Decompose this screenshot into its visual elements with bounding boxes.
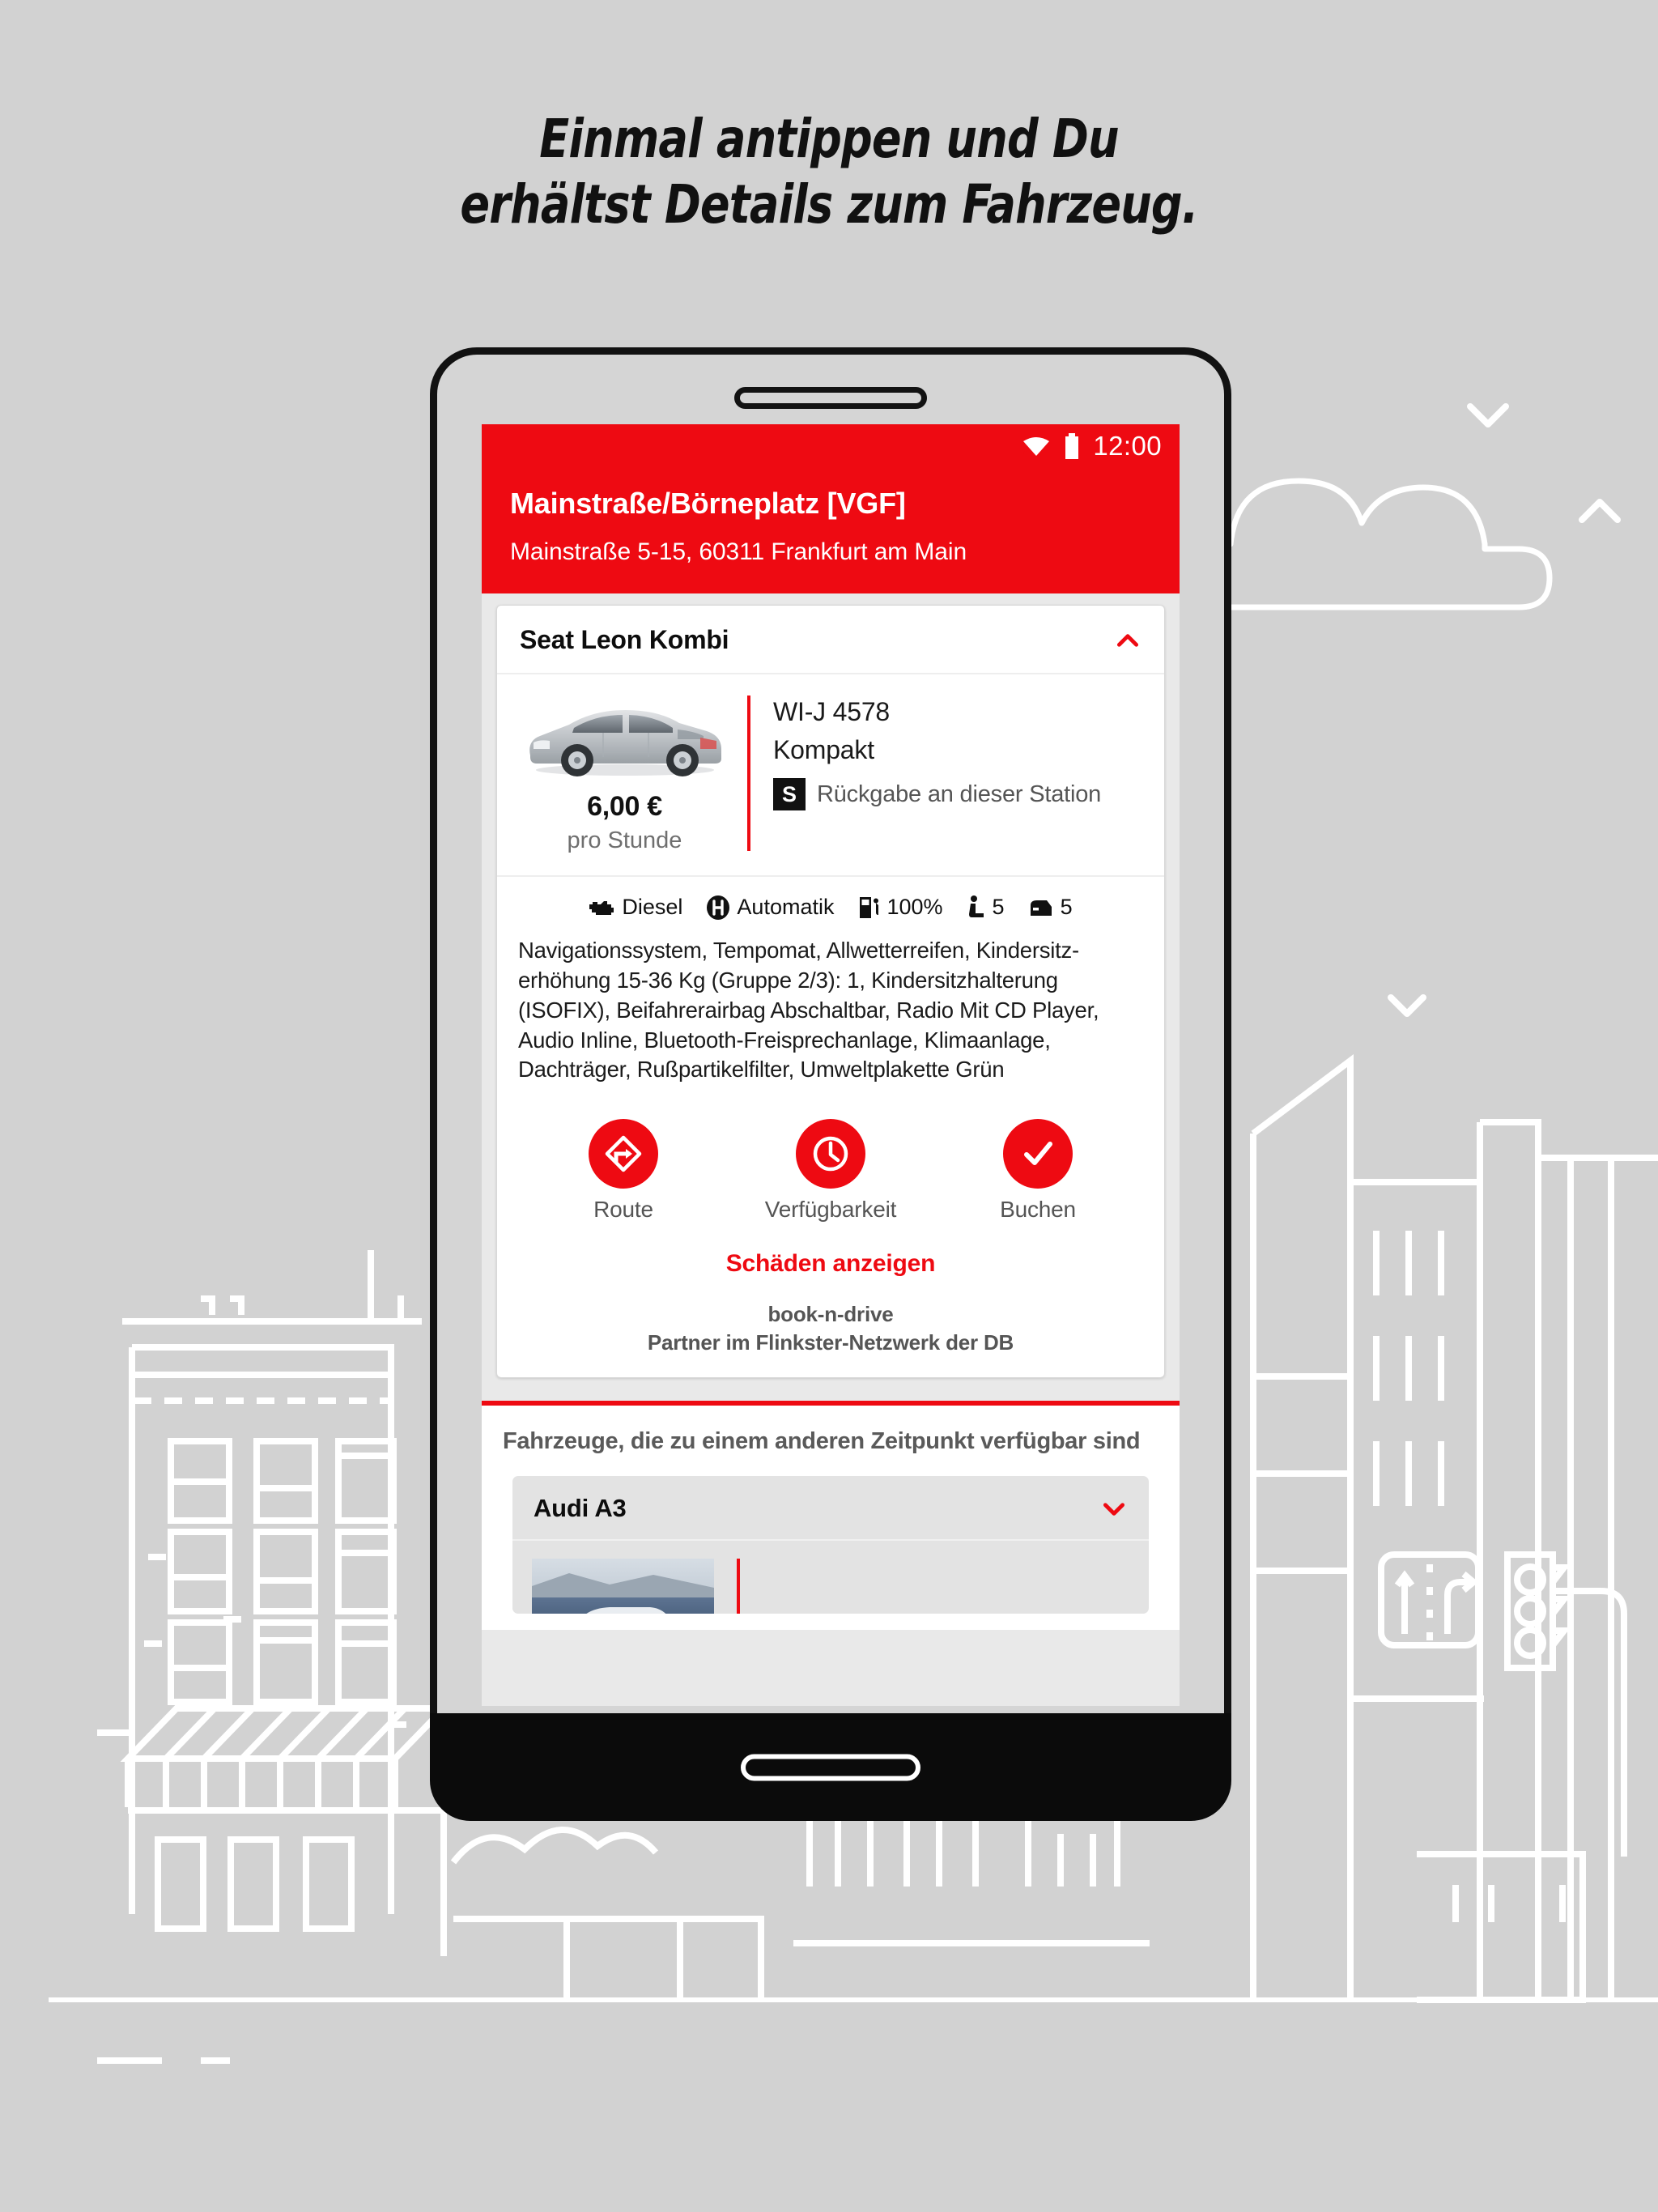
collapsed-vehicle-title: Audi A3 <box>534 1493 627 1522</box>
station-header: Mainstraße/Börneplatz [VGF] Mainstraße 5… <box>482 467 1180 593</box>
cloud-line-icon <box>1227 478 1553 610</box>
spec-fuel-type-label: Diesel <box>622 895 683 919</box>
vehicle-price-block: 6,00 € pro Stunde <box>517 692 747 854</box>
city-buildings-line-art <box>1250 1054 1658 2003</box>
route-action-label: Route <box>593 1197 653 1223</box>
fuel-pump-icon <box>860 896 879 918</box>
provider-info: book-n-drive Partner im Flinkster-Netzwe… <box>497 1284 1164 1377</box>
spec-transmission: Automatik <box>707 895 834 920</box>
chevron-down-icon[interactable] <box>1100 1495 1128 1522</box>
station-address: Mainstraße 5-15, 60311 Frankfurt am Main <box>510 538 967 565</box>
engine-icon <box>589 900 614 915</box>
spec-fuel-level-label: 100% <box>886 895 943 919</box>
book-action-circle[interactable] <box>1003 1119 1073 1189</box>
station-name: Mainstraße/Börneplatz [VGF] <box>510 487 906 520</box>
route-action[interactable]: Route <box>542 1119 704 1223</box>
vehicle-features-text: Navigationssystem, Tempomat, Allwetterre… <box>518 938 1099 1083</box>
other-vehicles-title: Fahrzeuge, die zu einem anderen Zeitpunk… <box>503 1427 1141 1454</box>
spec-doors-label: 5 <box>1060 895 1073 919</box>
book-action-label: Buchen <box>1000 1197 1076 1223</box>
vehicle-card-wrapper: Seat Leon Kombi 6,00 € pro Stunde WI-J 4… <box>482 593 1180 1378</box>
wifi-icon <box>1023 436 1050 456</box>
show-damages-link[interactable]: Schäden anzeigen <box>497 1231 1164 1284</box>
book-action[interactable]: Buchen <box>957 1119 1119 1223</box>
status-bar: 12:00 <box>482 424 1180 467</box>
blue-car-photo <box>532 1558 714 1614</box>
seat-icon <box>968 895 984 917</box>
silver-estate-car-photo <box>519 692 731 781</box>
collapsed-vehicle-card[interactable]: Audi A3 <box>512 1475 1149 1614</box>
collapsed-vehicle-header[interactable]: Audi A3 <box>512 1476 1149 1541</box>
other-vehicles-section: Fahrzeuge, die zu einem anderen Zeitpunk… <box>482 1405 1180 1630</box>
provider-name: book-n-drive <box>767 1302 894 1327</box>
route-action-circle[interactable] <box>589 1119 658 1189</box>
app-screen: 12:00 Mainstraße/Börneplatz [VGF] Mainst… <box>482 424 1180 1706</box>
station-return-badge: S <box>773 778 806 810</box>
phone-device: 12:00 Mainstraße/Börneplatz [VGF] Mainst… <box>430 347 1231 1821</box>
spec-seats: 5 <box>967 895 1005 920</box>
vehicle-summary: 6,00 € pro Stunde WI-J 4578 Kompakt S Rü… <box>497 674 1164 877</box>
page-headline: Einmal antippen und Du erhältst Details … <box>149 107 1508 237</box>
headline-line-2: erhältst Details zum Fahrzeug. <box>460 172 1198 236</box>
availability-action[interactable]: Verfügbarkeit <box>750 1119 912 1223</box>
return-info-row: S Rückgabe an dieser Station <box>773 778 1145 810</box>
vehicle-card[interactable]: Seat Leon Kombi 6,00 € pro Stunde WI-J 4… <box>496 605 1165 1378</box>
spec-doors: 5 <box>1029 895 1073 920</box>
gearshift-icon <box>707 895 730 920</box>
vehicle-card-header[interactable]: Seat Leon Kombi <box>497 606 1164 674</box>
vehicle-title: Seat Leon Kombi <box>520 625 729 654</box>
battery-icon <box>1065 432 1079 459</box>
status-bar-clock: 12:00 <box>1093 430 1162 461</box>
spec-fuel-type: Diesel <box>589 895 682 920</box>
vehicle-plate: WI-J 4578 <box>773 697 891 726</box>
route-sign-icon <box>605 1135 642 1172</box>
car-door-icon <box>1030 900 1052 916</box>
availability-action-label: Verfügbarkeit <box>764 1197 897 1223</box>
bird-chevron-icon <box>1388 403 1621 1017</box>
vehicle-specs-row: Diesel Automatik 100% 5 5 <box>497 877 1164 933</box>
phone-bottom-bar <box>430 1713 1231 1821</box>
clock-icon <box>813 1136 848 1172</box>
collapsed-vehicle-body <box>512 1541 1149 1614</box>
provider-partner: Partner im Flinkster-Netzwerk der DB <box>647 1329 1014 1355</box>
vehicle-price: 6,00 € <box>587 791 662 822</box>
chevron-up-icon[interactable] <box>1114 627 1141 654</box>
spec-transmission-label: Automatik <box>737 895 835 919</box>
return-info-text: Rückgabe an dieser Station <box>817 781 1102 807</box>
lane-direction-sign-icon <box>1378 1551 1482 1648</box>
vehicle-details: WI-J 4578 Kompakt S Rückgabe an dieser S… <box>750 692 1145 854</box>
spec-seats-label: 5 <box>992 895 1005 919</box>
phone-home-button[interactable] <box>741 1754 920 1780</box>
traffic-light-icon <box>1504 1551 1627 1857</box>
availability-action-circle[interactable] <box>796 1119 865 1189</box>
vehicle-category: Kompakt <box>773 735 874 764</box>
phone-speaker-slot <box>734 387 927 409</box>
vehicle-price-unit: pro Stunde <box>567 827 682 853</box>
vertical-divider <box>737 1558 740 1614</box>
headline-line-1: Einmal antippen und Du <box>539 108 1119 170</box>
checkmark-icon <box>1024 1142 1052 1166</box>
spec-fuel-level: 100% <box>858 895 943 920</box>
vehicle-actions: Route Verfügbarkeit Buchen <box>497 1093 1164 1231</box>
